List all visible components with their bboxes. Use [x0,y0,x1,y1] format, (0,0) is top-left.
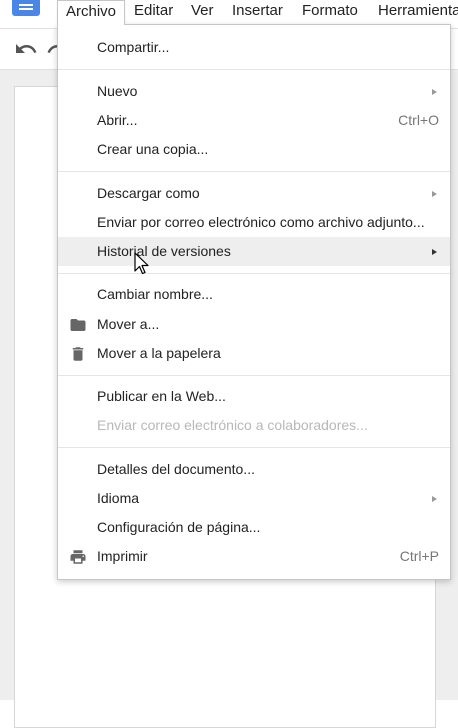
file-menu-dropdown: Compartir... Nuevo Abrir... Ctrl+O Crear… [57,24,451,580]
print-icon [70,550,86,564]
menu-item-label: Compartir... [97,39,170,55]
submenu-arrow-icon [432,496,437,502]
menu-item-label: Idioma [97,490,140,506]
menu-item-label: Detalles del documento... [97,461,255,477]
docs-logo-icon[interactable] [12,0,40,16]
undo-icon[interactable] [14,37,38,61]
menu-divider [58,171,450,172]
menu-item-label: Publicar en la Web... [97,388,226,404]
menu-item-crear-copia[interactable]: Crear una copia... [58,135,450,164]
menu-ver[interactable]: Ver [191,0,214,24]
submenu-arrow-icon [432,191,437,197]
menu-divider [58,69,450,70]
menu-item-label: Descargar como [97,185,200,201]
menu-item-label: Historial de versiones [97,243,231,259]
menu-item-publicar[interactable]: Publicar en la Web... [58,382,450,411]
shortcut-label: Ctrl+O [398,112,439,128]
menu-item-label: Mover a... [97,316,160,332]
menu-item-label: Mover a la papelera [97,345,221,361]
folder-icon [70,319,86,331]
menu-item-label: Abrir... [97,112,138,128]
menu-item-configuracion[interactable]: Configuración de página... [58,513,450,542]
submenu-arrow-icon [432,249,437,255]
menu-item-abrir[interactable]: Abrir... Ctrl+O [58,106,450,135]
menu-item-label: Imprimir [97,548,148,564]
trash-icon [72,347,84,361]
menu-item-label: Cambiar nombre... [97,286,213,302]
menu-divider [58,273,450,274]
menu-archivo[interactable]: Archivo [57,0,126,25]
menu-divider [58,447,450,448]
menu-divider [58,375,450,376]
menu-item-descargar[interactable]: Descargar como [58,179,450,208]
menu-item-label: Nuevo [97,83,138,99]
menu-formato[interactable]: Formato [302,0,358,24]
mouse-pointer-icon [134,252,149,275]
menu-item-label: Configuración de página... [97,519,261,535]
menu-item-imprimir[interactable]: Imprimir Ctrl+P [58,542,450,571]
shortcut-label: Ctrl+P [399,548,439,564]
menu-item-detalles[interactable]: Detalles del documento... [58,455,450,484]
menu-item-idioma[interactable]: Idioma [58,484,450,513]
menu-item-historial[interactable]: Historial de versiones [58,237,450,266]
menu-item-cambiar-nombre[interactable]: Cambiar nombre... [58,280,450,309]
menu-item-label: Enviar por correo electrónico como archi… [97,214,425,230]
menu-herramientas[interactable]: Herramientas [378,0,458,24]
menu-item-enviar-adjunto[interactable]: Enviar por correo electrónico como archi… [58,208,450,237]
menu-bar: Archivo Editar Ver Insertar Formato Herr… [0,0,458,25]
menu-insertar[interactable]: Insertar [232,0,283,24]
menu-item-nuevo[interactable]: Nuevo [58,77,450,106]
menu-item-label: Crear una copia... [97,141,209,157]
menu-item-compartir[interactable]: Compartir... [58,33,450,62]
menu-item-mover[interactable]: Mover a... [58,310,450,339]
menu-item-enviar-colaboradores: Enviar correo electrónico a colaboradore… [58,411,450,440]
menu-item-label: Enviar correo electrónico a colaboradore… [97,417,368,433]
menu-item-papelera[interactable]: Mover a la papelera [58,339,450,368]
menu-editar[interactable]: Editar [134,0,173,24]
submenu-arrow-icon [432,89,437,95]
